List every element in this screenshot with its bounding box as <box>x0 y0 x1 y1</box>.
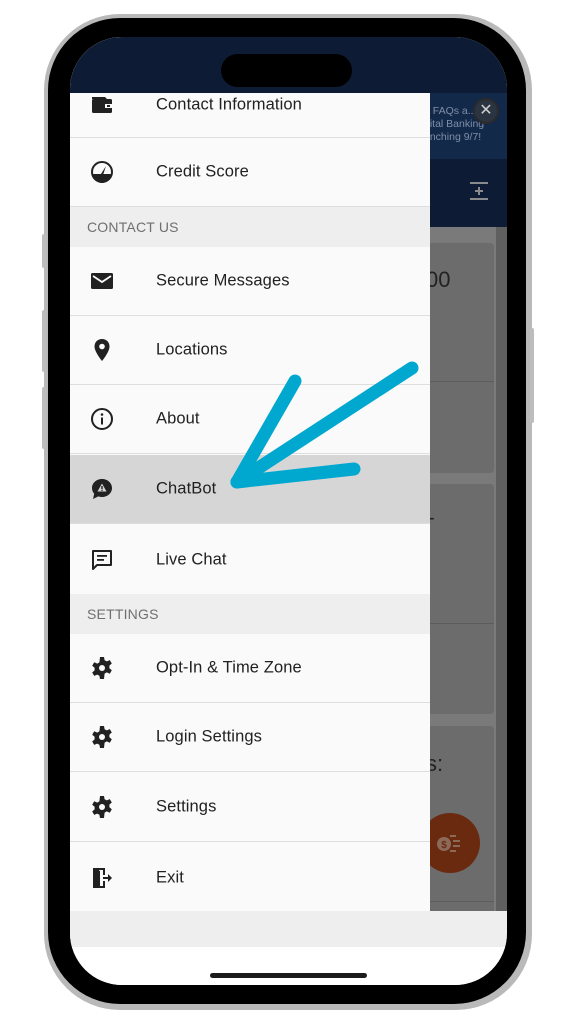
drawer-item-label: Settings <box>156 797 217 816</box>
drawer-item-credit-score[interactable]: Credit Score <box>70 138 430 207</box>
drawer-item-label: Exit <box>156 868 184 886</box>
drawer-item-chatbot[interactable]: ChatBot <box>70 455 430 524</box>
volume-down-button <box>42 387 46 449</box>
section-header-contact-us: CONTACT US <box>70 207 430 247</box>
gear-icon <box>92 796 112 818</box>
drawer-item-label: Credit Score <box>156 162 249 181</box>
gear-icon <box>92 726 112 748</box>
expand-icon[interactable] <box>470 181 488 201</box>
drawer-item-label: ChatBot <box>156 479 217 498</box>
scroll-edge <box>496 227 507 947</box>
map-pin-icon <box>94 339 110 361</box>
drawer-item-label: Live Chat <box>156 550 227 568</box>
wallet-icon <box>92 97 112 113</box>
drawer-item-opt-in-time-zone[interactable]: Opt-In & Time Zone <box>70 634 430 703</box>
home-indicator[interactable] <box>210 973 367 978</box>
info-icon <box>91 408 113 430</box>
navigation-drawer: Contact Information Credit Score CONTACT… <box>70 37 430 911</box>
drawer-item-label: About <box>156 409 200 428</box>
silent-switch <box>42 234 46 268</box>
section-header-settings: SETTINGS <box>70 594 430 634</box>
drawer-item-label: Locations <box>156 340 228 359</box>
chat-lines-icon <box>92 549 112 570</box>
drawer-item-label: Secure Messages <box>156 271 290 290</box>
drawer-item-secure-messages[interactable]: Secure Messages <box>70 247 430 316</box>
drawer-item-about[interactable]: About <box>70 385 430 454</box>
drawer-item-exit[interactable]: Exit <box>70 843 430 912</box>
gauge-icon <box>91 161 113 183</box>
drawer-item-label: Login Settings <box>156 727 262 746</box>
envelope-icon <box>91 273 113 289</box>
svg-text:$: $ <box>441 840 447 851</box>
chat-alert-icon <box>92 479 112 499</box>
exit-door-icon <box>93 867 112 888</box>
home-indicator-area <box>70 947 507 985</box>
section-title: SETTINGS <box>87 606 159 622</box>
section-title: CONTACT US <box>87 219 179 235</box>
gear-icon <box>92 657 112 679</box>
banner-close-icon[interactable]: ✕ <box>473 98 499 124</box>
volume-up-button <box>42 310 46 372</box>
drawer-item-settings[interactable]: Settings <box>70 773 430 842</box>
drawer-item-label: Contact Information <box>156 95 302 114</box>
screen: d FAQs a... gital Banking unching 9/7! ✕… <box>70 37 507 985</box>
power-button <box>530 328 534 423</box>
drawer-item-login-settings[interactable]: Login Settings <box>70 703 430 772</box>
drawer-item-live-chat[interactable]: Live Chat <box>70 525 430 594</box>
drawer-item-locations[interactable]: Locations <box>70 316 430 385</box>
drawer-item-label: Opt-In & Time Zone <box>156 658 302 677</box>
drawer-footer <box>70 911 430 947</box>
dynamic-island <box>221 54 352 87</box>
